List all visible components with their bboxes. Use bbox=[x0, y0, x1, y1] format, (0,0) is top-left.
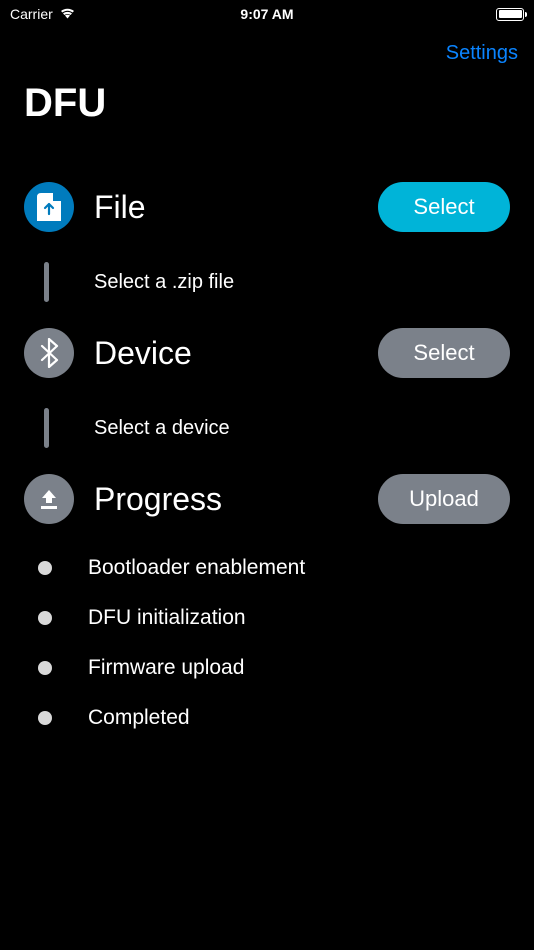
device-section: Device Select Select a device bbox=[24, 328, 510, 448]
progress-step: DFU initialization bbox=[38, 606, 510, 630]
bluetooth-icon bbox=[24, 328, 74, 378]
device-indicator-bar bbox=[44, 408, 49, 448]
file-select-button[interactable]: Select bbox=[378, 182, 510, 232]
wifi-icon bbox=[59, 6, 76, 22]
file-body: Select a .zip file bbox=[24, 262, 510, 302]
progress-title: Progress bbox=[94, 481, 358, 518]
upload-button[interactable]: Upload bbox=[378, 474, 510, 524]
progress-step: Completed bbox=[38, 706, 510, 730]
file-title: File bbox=[94, 189, 358, 226]
status-right bbox=[496, 8, 524, 21]
step-label: DFU initialization bbox=[88, 606, 246, 630]
step-dot bbox=[38, 611, 52, 625]
step-dot bbox=[38, 661, 52, 675]
progress-section-header: Progress Upload bbox=[24, 474, 510, 524]
status-time: 9:07 AM bbox=[240, 6, 293, 22]
device-subtext: Select a device bbox=[94, 417, 230, 440]
page-title: DFU bbox=[0, 75, 534, 156]
step-dot bbox=[38, 561, 52, 575]
step-label: Bootloader enablement bbox=[88, 556, 305, 580]
file-indicator-bar bbox=[44, 262, 49, 302]
carrier-label: Carrier bbox=[10, 6, 53, 22]
step-dot bbox=[38, 711, 52, 725]
progress-list: Bootloader enablement DFU initialization… bbox=[24, 556, 510, 730]
battery-icon bbox=[496, 8, 524, 21]
device-section-header: Device Select bbox=[24, 328, 510, 378]
file-subtext: Select a .zip file bbox=[94, 271, 234, 294]
progress-section: Progress Upload Bootloader enablement DF… bbox=[24, 474, 510, 730]
status-left: Carrier bbox=[10, 6, 76, 22]
file-section: File Select Select a .zip file bbox=[24, 182, 510, 302]
settings-link[interactable]: Settings bbox=[446, 42, 518, 65]
progress-step: Firmware upload bbox=[38, 656, 510, 680]
nav-bar: Settings bbox=[0, 28, 534, 75]
step-label: Completed bbox=[88, 706, 190, 730]
progress-step: Bootloader enablement bbox=[38, 556, 510, 580]
file-icon bbox=[24, 182, 74, 232]
device-title: Device bbox=[94, 335, 358, 372]
upload-icon bbox=[24, 474, 74, 524]
device-select-button[interactable]: Select bbox=[378, 328, 510, 378]
file-section-header: File Select bbox=[24, 182, 510, 232]
status-bar: Carrier 9:07 AM bbox=[0, 0, 534, 28]
step-label: Firmware upload bbox=[88, 656, 244, 680]
device-body: Select a device bbox=[24, 408, 510, 448]
